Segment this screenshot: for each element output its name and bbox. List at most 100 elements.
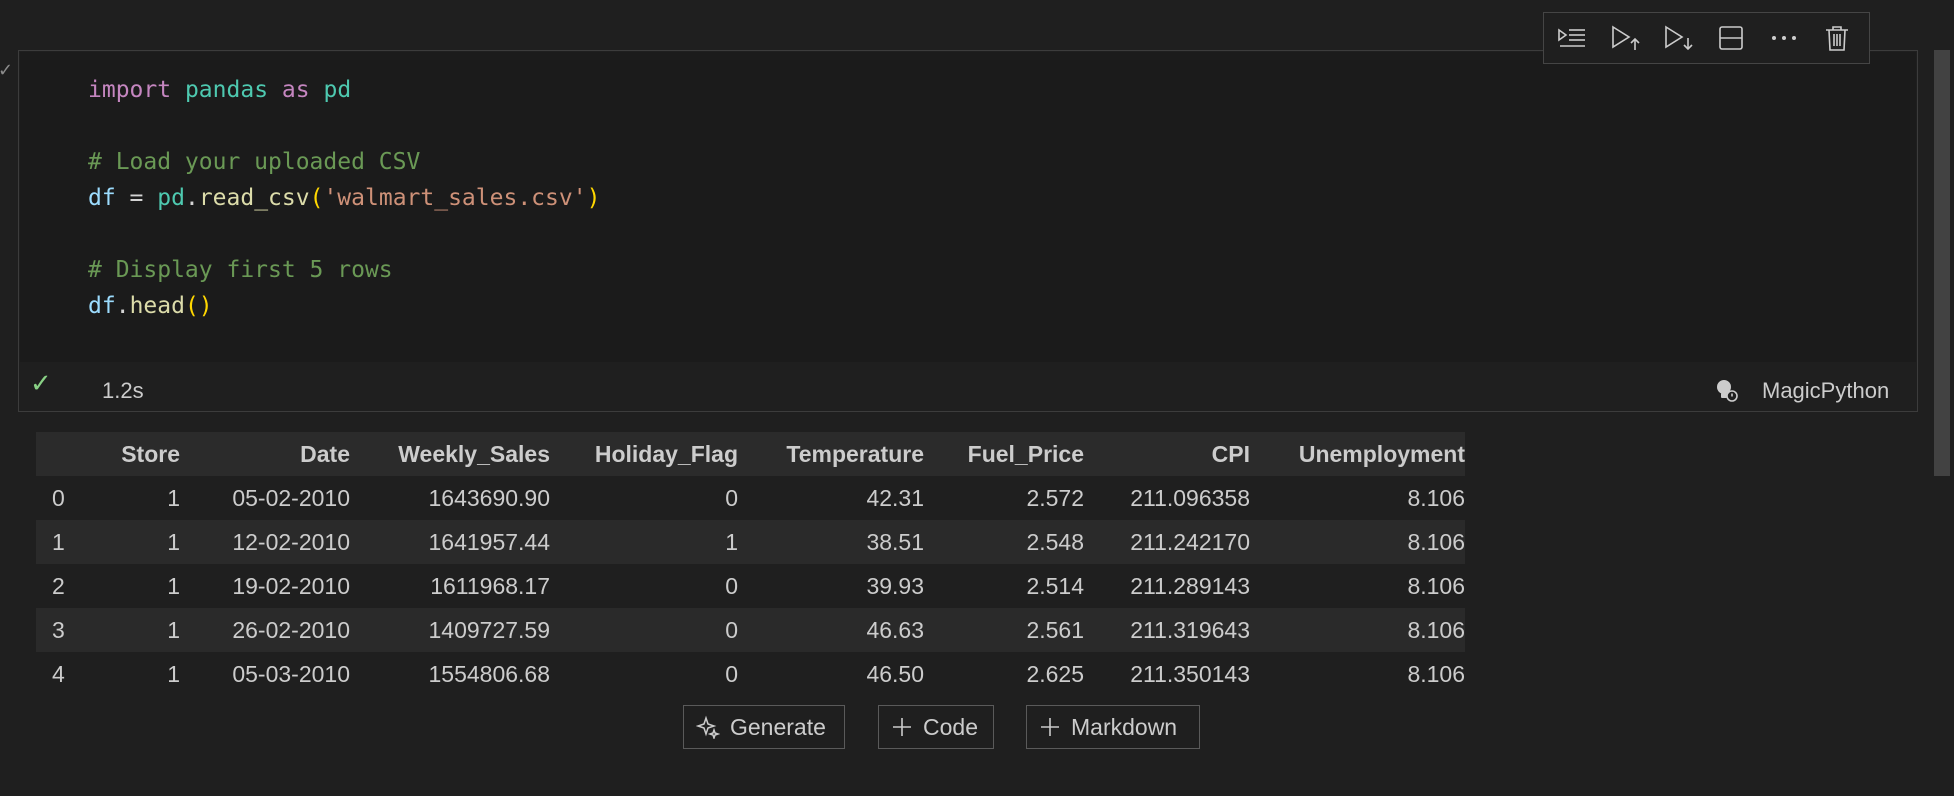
code-line[interactable]: df.head()	[88, 288, 600, 324]
table-row: 1 1 12-02-2010 1641957.44 1 38.51 2.548 211.242…	[36, 520, 1465, 564]
table-cell: 1641957.44	[350, 520, 550, 564]
table-cell: 0	[550, 476, 738, 520]
code-line[interactable]	[88, 216, 600, 252]
code-token: read_csv	[198, 185, 310, 211]
table-cell: 2.625	[924, 652, 1084, 696]
table-cell: 46.63	[738, 608, 924, 652]
more-actions-icon[interactable]	[1763, 18, 1804, 58]
dataframe-output: Store Date Weekly_Sales Holiday_Flag Tem…	[36, 432, 1465, 696]
row-index: 0	[36, 476, 92, 520]
table-cell: 0	[550, 564, 738, 608]
table-cell: 8.106	[1250, 652, 1465, 696]
table-cell: 1409727.59	[350, 608, 550, 652]
code-token: as	[281, 77, 310, 103]
cell-toolbar	[1543, 12, 1870, 64]
table-cell: 1	[92, 608, 180, 652]
table-cell: 8.106	[1250, 476, 1465, 520]
code-token: =	[115, 185, 158, 211]
code-line[interactable]: df = pd.read_csv('walmart_sales.csv')	[88, 180, 600, 216]
table-cell: 211.350143	[1084, 652, 1250, 696]
column-header: CPI	[1084, 432, 1250, 476]
table-cell: 1	[92, 564, 180, 608]
table-cell: 38.51	[738, 520, 924, 564]
editor-scrollbar[interactable]	[1934, 50, 1950, 476]
table-cell: 1	[550, 520, 738, 564]
table-cell: 1	[92, 652, 180, 696]
table-cell: 8.106	[1250, 564, 1465, 608]
table-cell: 0	[550, 652, 738, 696]
kernel-picker[interactable]: MagicPython	[1762, 378, 1889, 404]
table-row: 3 1 26-02-2010 1409727.59 0 46.63 2.561 211.319…	[36, 608, 1465, 652]
markdown-label: Markdown	[1071, 713, 1178, 740]
column-header: Holiday_Flag	[550, 432, 738, 476]
generate-button[interactable]: Generate	[683, 705, 845, 749]
code-token: .	[184, 185, 199, 211]
delete-cell-icon[interactable]	[1816, 18, 1857, 58]
plus-icon	[891, 716, 913, 738]
table-row: 2 1 19-02-2010 1611968.17 0 39.93 2.514 211.289…	[36, 564, 1465, 608]
row-index: 1	[36, 520, 92, 564]
table-cell: 05-03-2010	[180, 652, 350, 696]
table-cell: 1554806.68	[350, 652, 550, 696]
table-cell: 2.572	[924, 476, 1084, 520]
table-cell: 2.514	[924, 564, 1084, 608]
code-token: import	[88, 77, 172, 103]
table-cell: 39.93	[738, 564, 924, 608]
table-cell: 05-02-2010	[180, 476, 350, 520]
success-check-icon: ✓	[30, 368, 52, 398]
code-token: df	[88, 293, 116, 319]
table-header-row: Store Date Weekly_Sales Holiday_Flag Tem…	[36, 432, 1465, 476]
kernel-status-icon[interactable]	[1713, 377, 1739, 403]
sparkle-icon	[696, 715, 720, 739]
row-index: 2	[36, 564, 92, 608]
code-label: Code	[923, 713, 978, 740]
table-cell: 1	[92, 476, 180, 520]
code-token: pd	[323, 77, 352, 103]
column-header: Temperature	[738, 432, 924, 476]
run-above-icon[interactable]	[1552, 18, 1593, 58]
table-cell: 8.106	[1250, 608, 1465, 652]
code-line[interactable]: # Load your uploaded CSV	[88, 144, 600, 180]
code-token: pandas	[184, 77, 269, 103]
table-row: 0 1 05-02-2010 1643690.90 0 42.31 2.572 211.096…	[36, 476, 1465, 520]
table-cell: 2.561	[924, 608, 1084, 652]
table-cell: 46.50	[738, 652, 924, 696]
code-token: pd	[157, 185, 185, 211]
code-token: )	[586, 185, 601, 211]
table-cell: 42.31	[738, 476, 924, 520]
table-cell: 1643690.90	[350, 476, 550, 520]
column-header: Unemployment	[1250, 432, 1465, 476]
code-token: head	[129, 293, 185, 319]
add-code-cell-button[interactable]: Code	[878, 705, 994, 749]
code-line[interactable]: # Display first 5 rows	[88, 252, 600, 288]
code-line[interactable]: import pandas as pd	[88, 72, 600, 108]
code-token: # Display first 5 rows	[88, 257, 393, 283]
table-cell: 1	[92, 520, 180, 564]
code-token: ()	[184, 293, 213, 319]
table-cell: 211.319643	[1084, 608, 1250, 652]
code-line[interactable]	[88, 108, 600, 144]
code-token: # Load your uploaded CSV	[88, 149, 421, 175]
row-index: 3	[36, 608, 92, 652]
split-cell-icon[interactable]	[1710, 18, 1751, 58]
code-content[interactable]: import pandas as pd # Load your uploaded …	[88, 72, 600, 324]
table-cell: 211.289143	[1084, 564, 1250, 608]
column-header: Store	[92, 432, 180, 476]
code-editor[interactable]: import pandas as pd # Load your uploaded …	[20, 52, 1916, 362]
plus-icon	[1039, 716, 1061, 738]
code-cell[interactable]: import pandas as pd # Load your uploaded …	[18, 50, 1918, 412]
add-markdown-cell-button[interactable]: Markdown	[1026, 705, 1200, 749]
table-cell: 0	[550, 608, 738, 652]
column-header	[36, 432, 92, 476]
run-cell-and-above-icon[interactable]	[1605, 18, 1646, 58]
table-row: 4 1 05-03-2010 1554806.68 0 46.50 2.625 211.350…	[36, 652, 1465, 696]
table-cell: 211.096358	[1084, 476, 1250, 520]
cell-executed-check-icon: ✓	[0, 60, 14, 80]
code-token: .	[115, 293, 130, 319]
code-token: df	[88, 185, 116, 211]
execution-time: 1.2s	[102, 378, 144, 403]
run-cell-and-below-icon[interactable]	[1658, 18, 1699, 58]
